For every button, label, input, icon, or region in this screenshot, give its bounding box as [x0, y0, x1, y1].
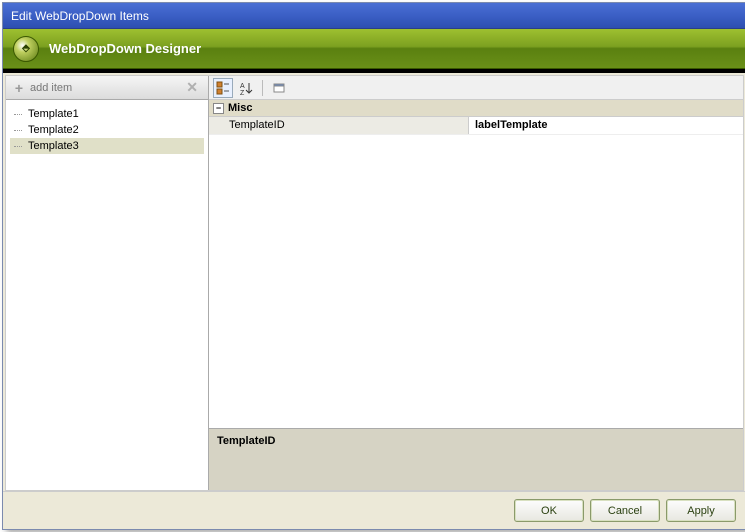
dialog-window: Edit WebDropDown Items ⬘ WebDropDown Des…	[2, 2, 745, 530]
tree-item[interactable]: Template1	[10, 106, 204, 122]
property-panel: A Z − Misc	[209, 76, 743, 490]
cancel-button[interactable]: Cancel	[590, 499, 660, 522]
apply-button[interactable]: Apply	[666, 499, 736, 522]
category-row[interactable]: − Misc	[209, 100, 743, 117]
description-panel: TemplateID	[209, 428, 743, 490]
plus-icon: +	[12, 81, 26, 95]
designer-logo-icon: ⬘	[13, 36, 39, 62]
designer-header: ⬘ WebDropDown Designer	[3, 29, 745, 69]
property-pages-icon	[272, 81, 286, 95]
collapse-toggle-icon[interactable]: −	[213, 103, 224, 114]
property-grid-empty	[209, 135, 743, 428]
toolbar-separator	[262, 80, 263, 96]
property-pages-button[interactable]	[269, 78, 289, 98]
add-item-toolbar: + add item ✕	[6, 76, 208, 100]
property-toolbar: A Z	[209, 76, 743, 100]
add-item-button[interactable]: + add item	[12, 81, 72, 95]
property-value[interactable]: labelTemplate	[469, 117, 743, 134]
categorized-view-button[interactable]	[213, 78, 233, 98]
categorized-icon	[216, 81, 230, 95]
title-bar[interactable]: Edit WebDropDown Items	[3, 3, 745, 29]
alphabetical-view-button[interactable]: A Z	[236, 78, 256, 98]
close-icon: ✕	[186, 79, 198, 95]
tree-item-label: Template2	[28, 124, 79, 136]
category-label: Misc	[228, 102, 252, 114]
tree-item[interactable]: Template3	[10, 138, 204, 154]
add-item-label: add item	[30, 82, 72, 94]
designer-title: WebDropDown Designer	[49, 41, 201, 56]
sort-az-icon: A Z	[239, 81, 253, 95]
svg-text:Z: Z	[240, 90, 245, 95]
tree-item-label: Template1	[28, 108, 79, 120]
main-content: + add item ✕ Template1 Template2 Templat…	[5, 75, 744, 491]
tree-item[interactable]: Template2	[10, 122, 204, 138]
svg-text:A: A	[240, 83, 245, 90]
tree-item-label: Template3	[28, 140, 79, 152]
property-grid: − Misc TemplateID labelTemplate Template…	[209, 100, 743, 490]
items-tree: Template1 Template2 Template3	[6, 100, 208, 490]
window-title: Edit WebDropDown Items	[11, 9, 149, 23]
description-title: TemplateID	[217, 435, 735, 447]
property-name[interactable]: TemplateID	[209, 117, 469, 134]
remove-item-button[interactable]: ✕	[182, 79, 202, 96]
dialog-button-bar: OK Cancel Apply	[3, 491, 745, 529]
items-panel: + add item ✕ Template1 Template2 Templat…	[6, 76, 209, 490]
ok-button[interactable]: OK	[514, 499, 584, 522]
separator	[3, 69, 745, 73]
property-row[interactable]: TemplateID labelTemplate	[209, 117, 743, 135]
